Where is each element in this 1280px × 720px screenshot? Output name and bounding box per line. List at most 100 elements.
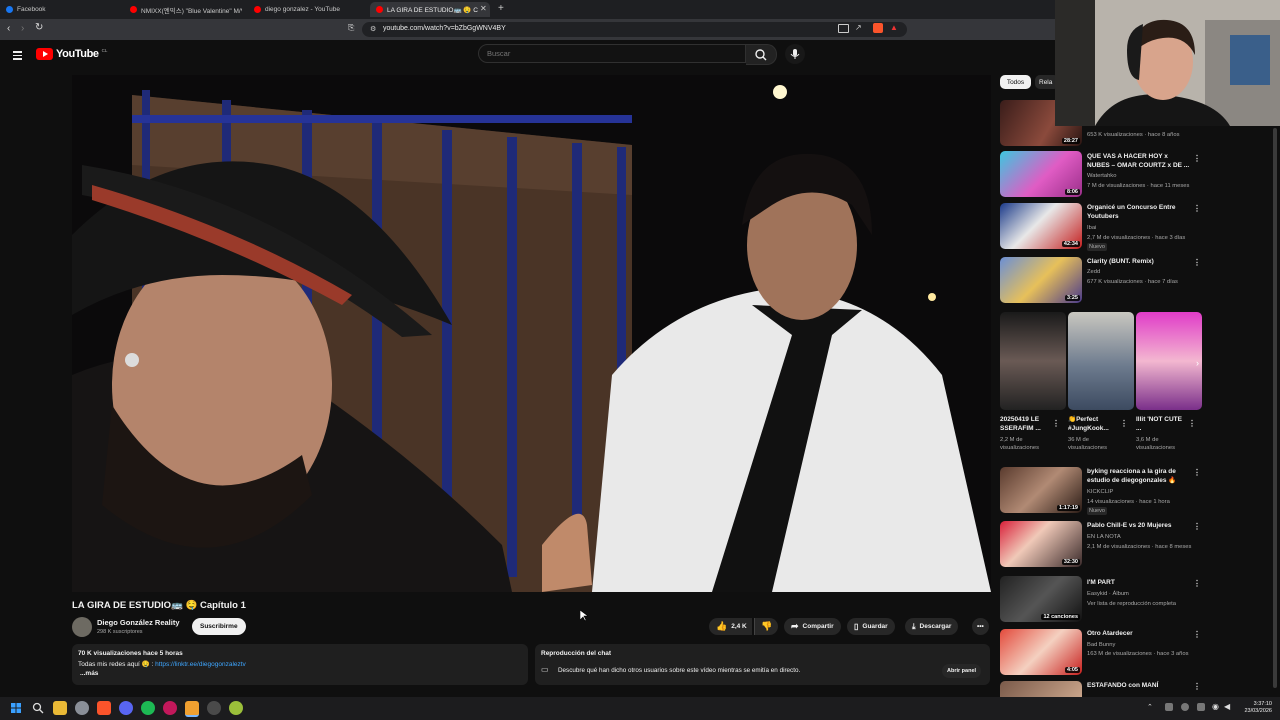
more-vert-icon[interactable]: ⋮	[1120, 418, 1128, 429]
search-input[interactable]	[478, 44, 746, 63]
video-thumbnail[interactable]: 8:06	[1000, 151, 1082, 197]
video-thumbnail[interactable]: 3:25	[1000, 257, 1082, 303]
tab-nmixx[interactable]: NMIXX(엔믹스) "Blue Valentine" M/V	[130, 2, 242, 17]
bookmark-icon[interactable]: ⎘	[348, 23, 354, 33]
playlist-title[interactable]: I'M PART	[1087, 578, 1190, 587]
download-button[interactable]: ⤓ Descargar	[905, 618, 959, 635]
spotify-icon[interactable]	[141, 701, 155, 715]
video-thumbnail[interactable]: 1:17:19	[1000, 467, 1082, 513]
close-tab-icon[interactable]: ✕	[480, 4, 487, 13]
tab-la-gira-de-estudio[interactable]: LA GIRA DE ESTUDIO🚌 🤤 C	[370, 2, 490, 17]
reload-icon[interactable]: ↻	[35, 22, 43, 33]
video-title[interactable]: ESTAFANDO con MANÍ	[1087, 681, 1190, 690]
short-thumbnail[interactable]: ›	[1136, 312, 1202, 410]
youtube-logo[interactable]: YouTube CL	[36, 48, 107, 60]
more-vert-icon[interactable]: ⋮	[1193, 203, 1201, 214]
show-more-link[interactable]: ...más	[80, 670, 98, 677]
search-icon[interactable]	[31, 701, 45, 715]
video-title[interactable]: Otro Atardecer	[1087, 629, 1190, 638]
share-button[interactable]: ➦ Compartir	[784, 618, 841, 635]
settings-icon[interactable]	[75, 701, 89, 715]
menu-icon[interactable]	[13, 49, 22, 62]
more-vert-icon[interactable]: ⋮	[1193, 578, 1201, 589]
back-icon[interactable]: ‹	[7, 23, 10, 34]
short-title[interactable]: 20250419 LE SSERAFIM ...	[1000, 415, 1050, 433]
short-thumbnail[interactable]	[1000, 312, 1066, 410]
video-title[interactable]: QUE VAS A HACER HOY x NUBES – OMAR COURT…	[1087, 152, 1190, 170]
more-vert-icon[interactable]: ⋮	[1193, 521, 1201, 532]
tab-facebook[interactable]: Facebook	[6, 2, 116, 17]
brave-shield-icon[interactable]	[873, 23, 883, 33]
video-channel[interactable]: Zedd	[1087, 268, 1100, 276]
more-actions-button[interactable]: •••	[972, 618, 989, 635]
volume-icon[interactable]: ◀	[1224, 702, 1230, 711]
short-thumbnail[interactable]	[1068, 312, 1134, 410]
video-thumbnail[interactable]	[1000, 681, 1082, 697]
playlist-thumbnail[interactable]: 12 canciones	[1000, 576, 1082, 622]
playlist-link[interactable]: Ver lista de reproducción completa	[1087, 600, 1176, 608]
app-icon[interactable]	[229, 701, 243, 715]
chip-all[interactable]: Todos	[1000, 75, 1031, 89]
plus-icon[interactable]: +	[498, 3, 504, 14]
more-vert-icon[interactable]: ⋮	[1188, 418, 1196, 429]
clock[interactable]: 3:37:10 23/03/2026	[1238, 701, 1272, 715]
app-icon[interactable]	[163, 701, 177, 715]
sidebar-scrollbar[interactable]	[1273, 128, 1277, 688]
description-box[interactable]: 70 K visualizaciones hace 5 horas Todas …	[72, 644, 528, 685]
url-text[interactable]: youtube.com/watch?v=bZbGgWNV4BY	[383, 25, 506, 32]
playlist-channel[interactable]: Easykid · Álbum	[1087, 590, 1129, 598]
forward-icon[interactable]: ›	[21, 23, 24, 34]
active-app-icon[interactable]	[185, 701, 199, 717]
tray-icon[interactable]	[1181, 703, 1189, 711]
tray-icon[interactable]	[1197, 703, 1205, 711]
save-button[interactable]: ▯ Guardar	[847, 618, 895, 635]
channel-name[interactable]: Diego González Reality	[97, 618, 180, 627]
tab-label: diego gonzalez - YouTube	[265, 6, 340, 13]
video-title[interactable]: Pablo Chill-E vs 20 Mujeres	[1087, 521, 1190, 530]
channel-avatar[interactable]	[72, 617, 92, 637]
more-vert-icon[interactable]: ⋮	[1193, 467, 1201, 478]
tray-icon[interactable]	[1165, 703, 1173, 711]
windows-start-icon[interactable]	[9, 701, 23, 715]
share-label: Compartir	[802, 623, 834, 630]
video-title[interactable]: Organicé un Concurso Entre Youtubers	[1087, 203, 1190, 221]
obs-icon[interactable]	[207, 701, 221, 715]
chevron-right-icon[interactable]: ›	[1196, 358, 1199, 368]
video-title[interactable]: byking reacciona a la gira de estudio de…	[1087, 467, 1190, 485]
tab-diego-gonzalez[interactable]: diego gonzalez - YouTube	[254, 2, 362, 17]
more-vert-icon[interactable]: ⋮	[1193, 257, 1201, 268]
cast-icon[interactable]	[838, 24, 849, 33]
subscribe-button[interactable]: Suscribirme	[192, 618, 246, 635]
video-thumbnail[interactable]: 32:30	[1000, 521, 1082, 567]
video-player[interactable]	[72, 75, 991, 592]
open-chat-panel-button[interactable]: Abrir panel	[942, 664, 982, 678]
short-title[interactable]: 👏Perfect #JungKook...	[1068, 415, 1118, 433]
short-title[interactable]: Illit 'NOT CUTE ...	[1136, 415, 1186, 433]
site-info-icon[interactable]: ⚙	[370, 25, 376, 33]
brave-browser-icon[interactable]	[97, 701, 111, 715]
more-vert-icon[interactable]: ⋮	[1052, 418, 1060, 429]
video-channel[interactable]: Ibai	[1087, 224, 1096, 232]
video-title[interactable]: Clarity (BUNT. Remix)	[1087, 257, 1190, 266]
file-explorer-icon[interactable]	[53, 701, 67, 715]
description-link[interactable]: https://linktr.ee/diegogonzaleztv	[155, 661, 246, 668]
more-vert-icon[interactable]: ⋮	[1193, 153, 1201, 164]
search-button[interactable]	[746, 44, 777, 65]
video-channel[interactable]: Watertahko	[1087, 172, 1116, 180]
more-vert-icon[interactable]: ⋮	[1193, 681, 1201, 692]
discord-icon[interactable]	[119, 701, 133, 715]
like-button[interactable]: 👍 2,4 K	[709, 618, 752, 635]
video-channel[interactable]: EN LA NOTA	[1087, 533, 1121, 541]
video-thumbnail[interactable]: 42:34	[1000, 203, 1082, 249]
video-channel[interactable]: KICKCLIP	[1087, 488, 1113, 496]
dislike-button[interactable]: 👎	[754, 618, 779, 635]
video-thumbnail[interactable]: 4:05	[1000, 629, 1082, 675]
more-horizontal-icon: •••	[977, 623, 984, 630]
more-vert-icon[interactable]: ⋮	[1193, 629, 1201, 640]
rewards-icon[interactable]: ▲	[890, 23, 898, 32]
network-icon[interactable]: ◉	[1212, 702, 1219, 711]
voice-search-button[interactable]	[785, 44, 805, 64]
chevron-up-icon[interactable]: ⌃	[1147, 703, 1153, 711]
video-channel[interactable]: Bad Bunny	[1087, 641, 1115, 649]
share-page-icon[interactable]: ↗	[855, 23, 862, 32]
